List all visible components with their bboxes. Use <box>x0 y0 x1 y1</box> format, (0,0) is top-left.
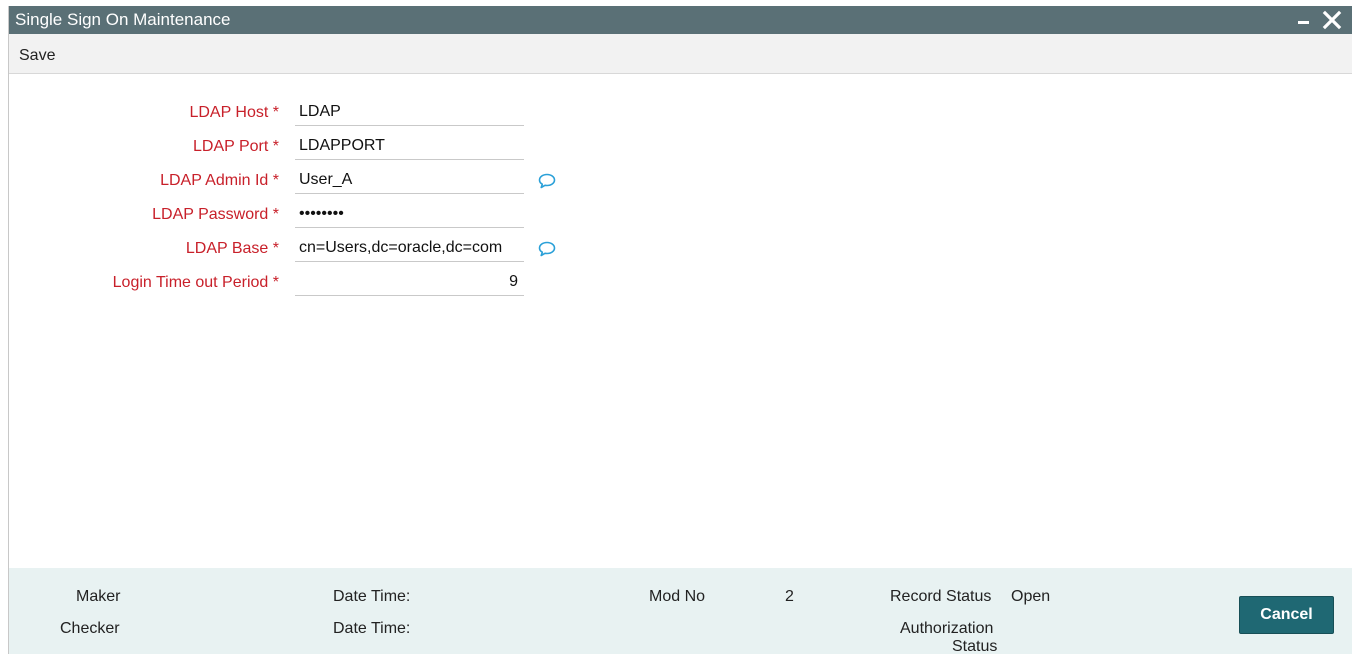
ldap-host-row: LDAP Host * <box>9 99 609 133</box>
ldap-host-label: LDAP Host * <box>189 104 279 121</box>
login-timeout-input[interactable] <box>295 269 524 296</box>
ldap-password-label: LDAP Password * <box>152 206 279 223</box>
ldap-admin-id-row: LDAP Admin Id * <box>9 167 609 201</box>
ldap-port-input[interactable] <box>295 133 524 160</box>
speech-bubble-icon[interactable] <box>538 173 556 189</box>
maker-datetime-label: Date Time: <box>333 588 411 605</box>
ldap-base-label: LDAP Base * <box>185 240 279 257</box>
authorization-status-label: Authorization <box>900 620 994 637</box>
login-timeout-label: Login Time out Period * <box>112 274 279 291</box>
save-button[interactable]: Save <box>19 47 55 65</box>
mod-no-label: Mod No <box>649 588 706 605</box>
window-title: Single Sign On Maintenance <box>15 10 231 29</box>
login-timeout-row: Login Time out Period * <box>9 269 609 303</box>
checker-label: Checker <box>60 620 120 637</box>
minimize-icon[interactable] <box>1293 6 1315 34</box>
ldap-port-label: LDAP Port * <box>193 138 279 155</box>
ldap-port-row: LDAP Port * <box>9 133 609 167</box>
record-status-value: Open <box>1011 588 1051 605</box>
authorization-status-label-line2: Status <box>952 638 998 655</box>
ldap-base-row: LDAP Base * <box>9 235 609 269</box>
ldap-host-input[interactable] <box>295 99 524 126</box>
audit-footer: Maker Checker Date Time: Date Time: Mod … <box>9 568 1352 655</box>
single-sign-on-window: Single Sign On Maintenance Save LDAP Hos… <box>8 6 1352 655</box>
speech-bubble-icon[interactable] <box>538 241 556 257</box>
mod-no-value: 2 <box>785 588 794 605</box>
checker-datetime-label: Date Time: <box>333 620 411 637</box>
ldap-password-row: LDAP Password * <box>9 201 609 235</box>
maker-label: Maker <box>76 588 121 605</box>
ldap-password-input[interactable] <box>295 201 524 228</box>
record-status-label: Record Status <box>890 588 992 605</box>
title-bar: Single Sign On Maintenance <box>9 6 1352 34</box>
ldap-admin-id-label: LDAP Admin Id * <box>160 172 279 189</box>
toolbar: Save <box>9 34 1352 74</box>
ldap-base-input[interactable] <box>295 235 524 262</box>
cancel-button[interactable]: Cancel <box>1239 596 1334 634</box>
close-icon[interactable] <box>1320 8 1344 32</box>
ldap-admin-id-input[interactable] <box>295 167 524 194</box>
